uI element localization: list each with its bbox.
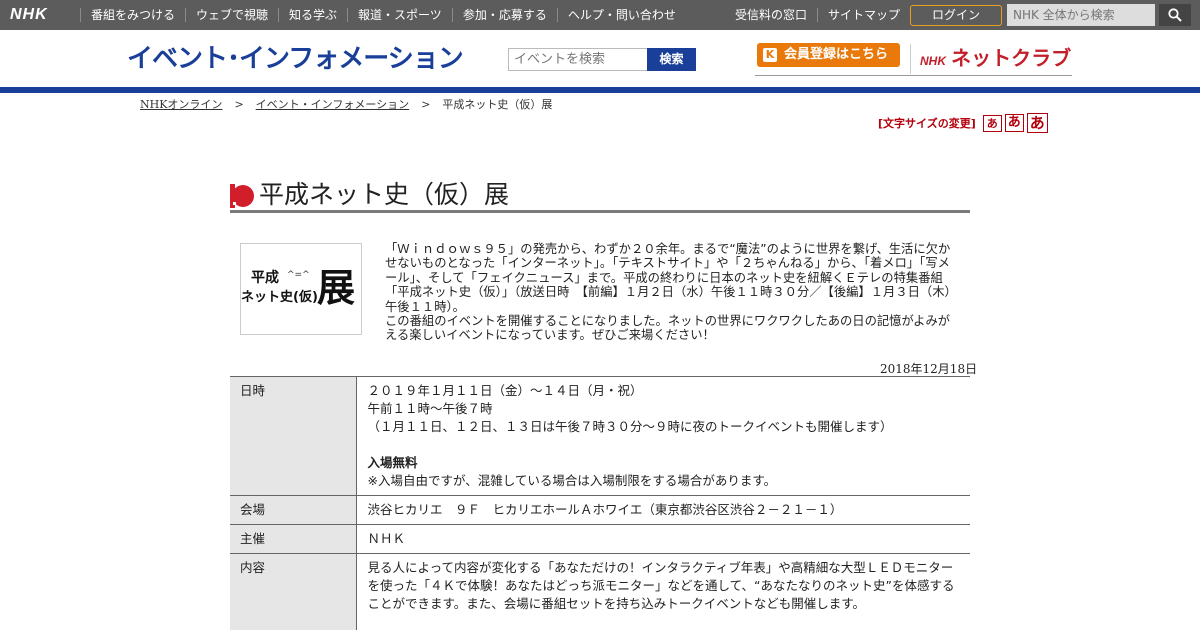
breadcrumb: NHKオンライン > イベント・インフォメーション > 平成ネット史（仮）展 bbox=[140, 96, 552, 112]
row-header-content: 内容 bbox=[230, 553, 357, 630]
row-header-organizer: 主催 bbox=[230, 524, 357, 554]
table-row: 内容 見る人によって内容が変化する「あなただけの！インタラクティブ年表」や高精細… bbox=[230, 553, 970, 630]
nav-news-sports[interactable]: 報道・スポーツ bbox=[347, 8, 452, 22]
member-register-label: 会員登録はこちら bbox=[784, 47, 889, 62]
intro-paragraph-2: この番組のイベントを開催することになりました。ネットの世界にワクワクしたあの日の… bbox=[385, 314, 951, 343]
global-search-input[interactable] bbox=[1007, 4, 1155, 26]
row-header-venue: 会場 bbox=[230, 495, 357, 525]
thumb-text-ten: 展 bbox=[317, 266, 356, 310]
header-blue-bar bbox=[0, 87, 1200, 93]
breadcrumb-nhk-online[interactable]: NHKオンライン bbox=[140, 98, 222, 111]
cat-face-icon: ^=^ bbox=[287, 270, 310, 280]
key-icon: K bbox=[763, 48, 777, 62]
thumb-text-netshi: ネット史(仮) bbox=[241, 290, 318, 305]
table-row: 主催 ＮＨＫ bbox=[230, 524, 970, 554]
font-size-large-button[interactable]: あ bbox=[1026, 113, 1048, 133]
site-title[interactable]: イベント･インフォメーション bbox=[127, 44, 464, 74]
admission-free: 入場無料 bbox=[367, 455, 418, 470]
admission-note: ※入場自由ですが、混雑している場合は入場制限をする場合があります。 bbox=[367, 473, 777, 488]
page-title: 平成ネット史（仮）展 bbox=[259, 180, 510, 209]
global-nav: 番組をみつける ウェブで視聴 知る学ぶ 報道・スポーツ 参加・応募する ヘルプ・… bbox=[80, 0, 686, 30]
global-search-button[interactable] bbox=[1159, 4, 1191, 26]
header-divider bbox=[910, 44, 911, 74]
event-search-button[interactable]: 検索 bbox=[647, 48, 696, 71]
breadcrumb-event-info[interactable]: イベント・インフォメーション bbox=[256, 98, 409, 111]
nav-watch-web[interactable]: ウェブで視聴 bbox=[185, 8, 278, 22]
breadcrumb-sep: > bbox=[234, 98, 244, 111]
table-row: 会場 渋谷ヒカリエ ９Ｆ ヒカリエホールＡホワイエ（東京都渋谷区渋谷２－２１－１… bbox=[230, 495, 970, 525]
nav-learn[interactable]: 知る学ぶ bbox=[278, 8, 347, 22]
table-row: 日時 ２０１９年１月１１日（金）～１４日（月・祝） 午前１１時～午後７時 （１月… bbox=[230, 376, 970, 496]
login-button[interactable]: ログイン bbox=[910, 5, 1002, 26]
row-value-venue: 渋谷ヒカリエ ９Ｆ ヒカリエホールＡホワイエ（東京都渋谷区渋谷２－２１－１） bbox=[356, 495, 970, 525]
row-header-datetime: 日時 bbox=[230, 376, 357, 496]
nav-participate[interactable]: 参加・応募する bbox=[451, 8, 557, 22]
datetime-hours: 午前１１時～午後７時 bbox=[367, 401, 493, 416]
global-nav-right: 受信料の窓口 サイトマップ bbox=[725, 0, 910, 30]
event-intro: 「Ｗｉｎｄｏｗｓ９５」の発売から、わずか２０余年。まるで“魔法”のように世界を繋… bbox=[385, 242, 960, 343]
datetime-dates: ２０１９年１月１１日（金）～１４日（月・祝） bbox=[367, 383, 643, 398]
red-circle-icon bbox=[230, 184, 254, 208]
datetime-night-event: （１月１１日、１２日、１３日は午後７時３０分～９時に夜のトークイベントも開催しま… bbox=[367, 419, 893, 434]
event-info-table: 日時 ２０１９年１月１１日（金）～１４日（月・祝） 午前１１時～午後７時 （１月… bbox=[230, 376, 970, 630]
thumb-text-heisei: 平成 bbox=[251, 270, 279, 286]
member-register-button[interactable]: K 会員登録はこちら bbox=[757, 43, 900, 67]
event-search-input[interactable] bbox=[508, 48, 648, 71]
netclub-logo[interactable]: NHK ネットクラブ bbox=[920, 42, 1071, 71]
netclub-nhk: NHK bbox=[920, 54, 946, 68]
publish-date: 2018年12月18日 bbox=[880, 362, 978, 376]
netclub-label: ネットクラブ bbox=[951, 46, 1072, 70]
font-size-label: [文字サイズの変更] bbox=[878, 117, 976, 130]
row-value-organizer: ＮＨＫ bbox=[356, 524, 970, 554]
page-title-bar: 平成ネット史（仮）展 bbox=[230, 180, 970, 213]
site-header: イベント･インフォメーション 検索 K 会員登録はこちら NHK ネットクラブ bbox=[0, 30, 1200, 88]
nav-find-programs[interactable]: 番組をみつける bbox=[80, 8, 185, 22]
nav-sitemap[interactable]: サイトマップ bbox=[817, 8, 910, 22]
font-size-control: [文字サイズの変更] あ あ あ bbox=[878, 113, 1048, 133]
global-nav-bar: NHK 番組をみつける ウェブで視聴 知る学ぶ 報道・スポーツ 参加・応募する … bbox=[0, 0, 1200, 30]
search-icon bbox=[1168, 8, 1182, 22]
font-size-medium-button[interactable]: あ bbox=[1004, 114, 1024, 132]
nhk-logo[interactable]: NHK bbox=[10, 7, 48, 23]
intro-paragraph-1: 「Ｗｉｎｄｏｗｓ９５」の発売から、わずか２０余年。まるで“魔法”のように世界を繋… bbox=[385, 242, 957, 314]
event-thumbnail: 平成 ^=^ ネット史(仮) 展 bbox=[240, 243, 362, 335]
font-size-small-button[interactable]: あ bbox=[982, 114, 1002, 132]
row-value-datetime: ２０１９年１月１１日（金）～１４日（月・祝） 午前１１時～午後７時 （１月１１日… bbox=[356, 376, 970, 496]
nav-reception-fee[interactable]: 受信料の窓口 bbox=[725, 8, 817, 22]
breadcrumb-current: 平成ネット史（仮）展 bbox=[442, 98, 553, 111]
breadcrumb-sep: > bbox=[421, 98, 431, 111]
row-value-content: 見る人によって内容が変化する「あなただけの！インタラクティブ年表」や高精細な大型… bbox=[356, 553, 970, 630]
nav-help[interactable]: ヘルプ・問い合わせ bbox=[556, 8, 686, 22]
header-underline bbox=[755, 75, 1072, 76]
